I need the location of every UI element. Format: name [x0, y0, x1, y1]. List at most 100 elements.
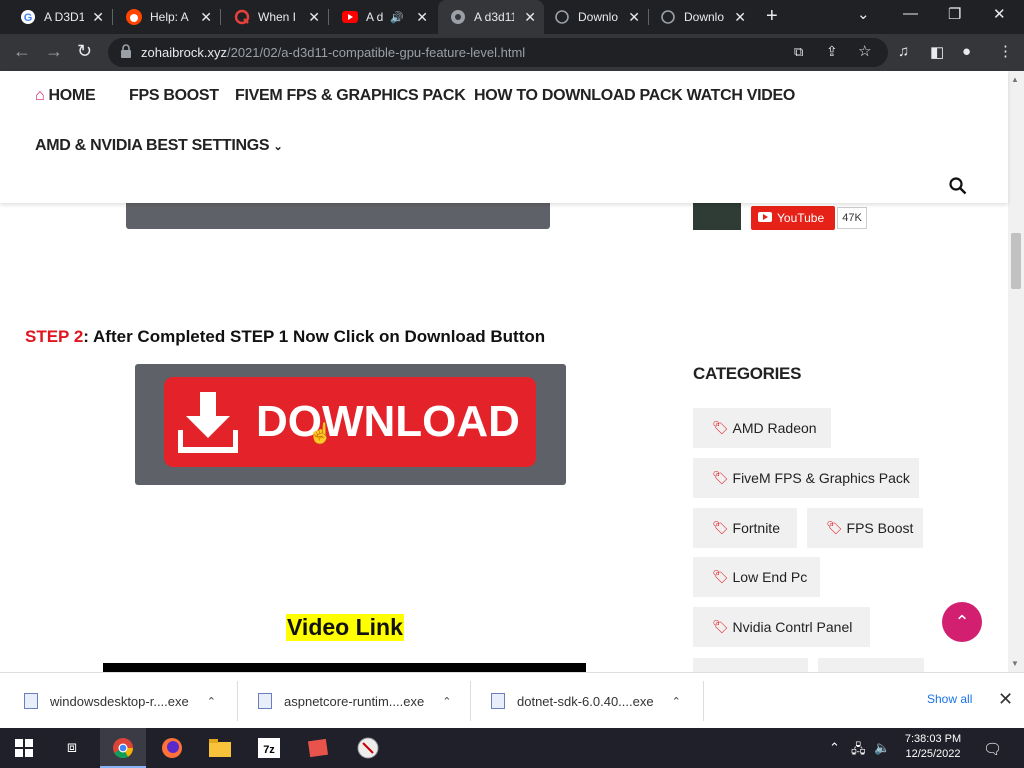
bookmark-star-icon[interactable]: ☆ [858, 42, 871, 60]
reload-icon[interactable]: ↻ [77, 41, 92, 62]
category-low-end-pc[interactable]: 🏷 Low End Pc [693, 557, 820, 597]
category-amd-radeon[interactable]: 🏷 AMD Radeon [693, 408, 831, 448]
download-item[interactable]: windowsdesktop-r....exe ⌃ [20, 673, 216, 729]
download-button[interactable]: DOWNLOAD [164, 377, 536, 467]
close-tab-icon[interactable]: ✕ [92, 9, 104, 26]
address-toolbar: ← → ↻ zohaibrock.xyz/2021/02/a-d3d11-com… [0, 34, 1024, 71]
category-item-partial[interactable] [818, 658, 924, 672]
nav-best-settings-label: AMD & NVIDIA BEST SETTINGS [35, 137, 270, 154]
close-tab-icon[interactable]: ✕ [308, 9, 320, 26]
tab-title: A d3d11 [474, 10, 514, 24]
url-path: /2021/02/a-d3d11-compatible-gpu-feature-… [226, 45, 526, 60]
scrollbar-thumb[interactable] [1011, 233, 1021, 289]
step-heading: STEP 2: After Completed STEP 1 Now Click… [25, 327, 545, 347]
close-tab-icon[interactable]: ✕ [628, 9, 640, 26]
tab-youtube[interactable]: A d 🔊 ✕ [322, 0, 436, 34]
category-label: Nvidia Contrl Panel [732, 619, 853, 635]
download-item[interactable]: aspnetcore-runtim....exe ⌃ [254, 673, 451, 729]
lock-icon[interactable] [120, 44, 132, 63]
tag-icon: 🏷 [712, 569, 729, 584]
taskbar-clock[interactable]: 7:38:03 PM 12/25/2022 [900, 732, 966, 762]
nav-fivem-pack[interactable]: FIVEM FPS & GRAPHICS PACK [235, 87, 466, 105]
globe-icon [554, 9, 570, 25]
scroll-up-arrow-icon[interactable]: ▲ [1011, 75, 1019, 84]
close-tab-icon[interactable]: ✕ [734, 9, 746, 26]
tab-active-site[interactable]: A d3d11 ✕ [438, 0, 544, 34]
close-window-icon[interactable]: ✕ [993, 5, 1006, 23]
clock-time: 7:38:03 PM [904, 733, 962, 745]
nav-how-to-download[interactable]: HOW TO DOWNLOAD PACK WATCH VIDEO [474, 87, 795, 105]
show-all-downloads-link[interactable]: Show all [927, 692, 972, 706]
youtube-icon [758, 211, 772, 225]
chevron-up-icon[interactable]: ⌃ [442, 695, 451, 708]
share-icon[interactable]: ⇪ [826, 43, 838, 60]
chevron-up-icon[interactable]: ⌃ [672, 695, 681, 708]
back-arrow-icon[interactable]: ← [13, 41, 31, 62]
search-icon[interactable] [949, 177, 967, 200]
page-content: YouTube 47K STEP 2: After Completed STEP… [0, 203, 1008, 672]
app-circle-icon[interactable] [356, 736, 380, 760]
tab-google[interactable]: G A D3D11 ✕ [0, 0, 112, 34]
tab-search-chevron-icon[interactable]: ⌄ [857, 5, 870, 23]
scroll-down-arrow-icon[interactable]: ▼ [1011, 659, 1019, 668]
page-scrollbar[interactable] [1008, 71, 1024, 672]
windows-start-icon[interactable] [12, 736, 36, 760]
popup-blocked-icon[interactable]: ⧉ [794, 44, 803, 60]
new-tab-icon[interactable]: + [766, 5, 778, 28]
category-nvidia-panel[interactable]: 🏷 Nvidia Contrl Panel [693, 607, 870, 647]
download-button-label: DOWNLOAD [256, 397, 520, 446]
url-text: zohaibrock.xyz/2021/02/a-d3d11-compatibl… [141, 45, 525, 60]
nav-fps-boost[interactable]: FPS BOOST [129, 87, 219, 105]
app-installer-icon[interactable] [306, 736, 330, 760]
close-shelf-icon[interactable]: ✕ [998, 689, 1013, 710]
notification-icon[interactable]: 🗨 [983, 740, 1002, 758]
task-view-icon[interactable]: ⧈ [60, 736, 84, 760]
clock-date: 12/25/2022 [905, 748, 961, 760]
media-control-icon[interactable]: ♫ [898, 43, 909, 60]
tray-chevron-up-icon[interactable]: ⌃ [829, 740, 840, 756]
url-bar[interactable]: zohaibrock.xyz/2021/02/a-d3d11-compatibl… [108, 38, 888, 67]
chevron-up-icon[interactable]: ⌃ [207, 695, 216, 708]
close-tab-icon[interactable]: ✕ [416, 9, 428, 26]
channel-avatar[interactable] [693, 203, 741, 230]
menu-kebab-icon[interactable]: ⋮ [998, 42, 1013, 60]
firefox-icon[interactable] [160, 736, 184, 760]
tab-download-2[interactable]: Downlo ✕ [640, 0, 754, 34]
category-label: FPS Boost [846, 520, 914, 536]
tag-icon: 🏷 [712, 420, 729, 435]
speaker-icon: 🔊 [390, 11, 404, 24]
nav-best-settings[interactable]: AMD & NVIDIA BEST SETTINGS ⌄ [35, 137, 283, 155]
category-fivem[interactable]: 🏷 FiveM FPS & Graphics Pack [693, 458, 919, 498]
category-label: AMD Radeon [732, 420, 817, 436]
video-link-heading[interactable]: Video Link [286, 614, 404, 641]
quora-icon [234, 9, 250, 25]
minimize-icon[interactable]: — [903, 5, 918, 22]
tab-quora[interactable]: When I ✕ [214, 0, 328, 34]
nav-home[interactable]: ⌂ HOME [35, 87, 96, 105]
google-icon: G [20, 9, 36, 25]
reddit-icon [126, 9, 142, 25]
step-text: : After Completed STEP 1 Now Click on Do… [83, 327, 546, 346]
scroll-to-top-button[interactable]: ⌃ [942, 602, 982, 642]
close-tab-icon[interactable]: ✕ [200, 9, 212, 26]
tab-reddit[interactable]: Help: A ✕ [106, 0, 220, 34]
7zip-icon[interactable]: 7z [257, 736, 281, 760]
download-item[interactable]: dotnet-sdk-6.0.40....exe ⌃ [487, 673, 681, 729]
youtube-subscribe-button[interactable]: YouTube [751, 206, 835, 230]
category-fps-boost[interactable]: 🏷 FPS Boost [807, 508, 923, 548]
file-explorer-icon[interactable] [208, 736, 232, 760]
profile-icon[interactable]: ● [962, 43, 971, 60]
chrome-icon[interactable] [111, 736, 135, 760]
network-icon[interactable]: 🖧 [851, 740, 866, 762]
category-fortnite[interactable]: 🏷 Fortnite [693, 508, 797, 548]
download-shelf: windowsdesktop-r....exe ⌃ aspnetcore-run… [0, 672, 1024, 728]
svg-text:G: G [24, 12, 33, 24]
restore-icon[interactable]: ❐ [948, 5, 961, 23]
side-panel-icon[interactable]: ◧ [930, 43, 944, 61]
tab-title: Downlo [578, 10, 618, 24]
volume-icon[interactable]: 🔈 [874, 740, 890, 756]
tab-download-1[interactable]: Downlo ✕ [534, 0, 648, 34]
forward-arrow-icon[interactable]: → [45, 41, 63, 62]
video-embed[interactable] [103, 663, 586, 672]
category-item-partial[interactable] [693, 658, 808, 672]
